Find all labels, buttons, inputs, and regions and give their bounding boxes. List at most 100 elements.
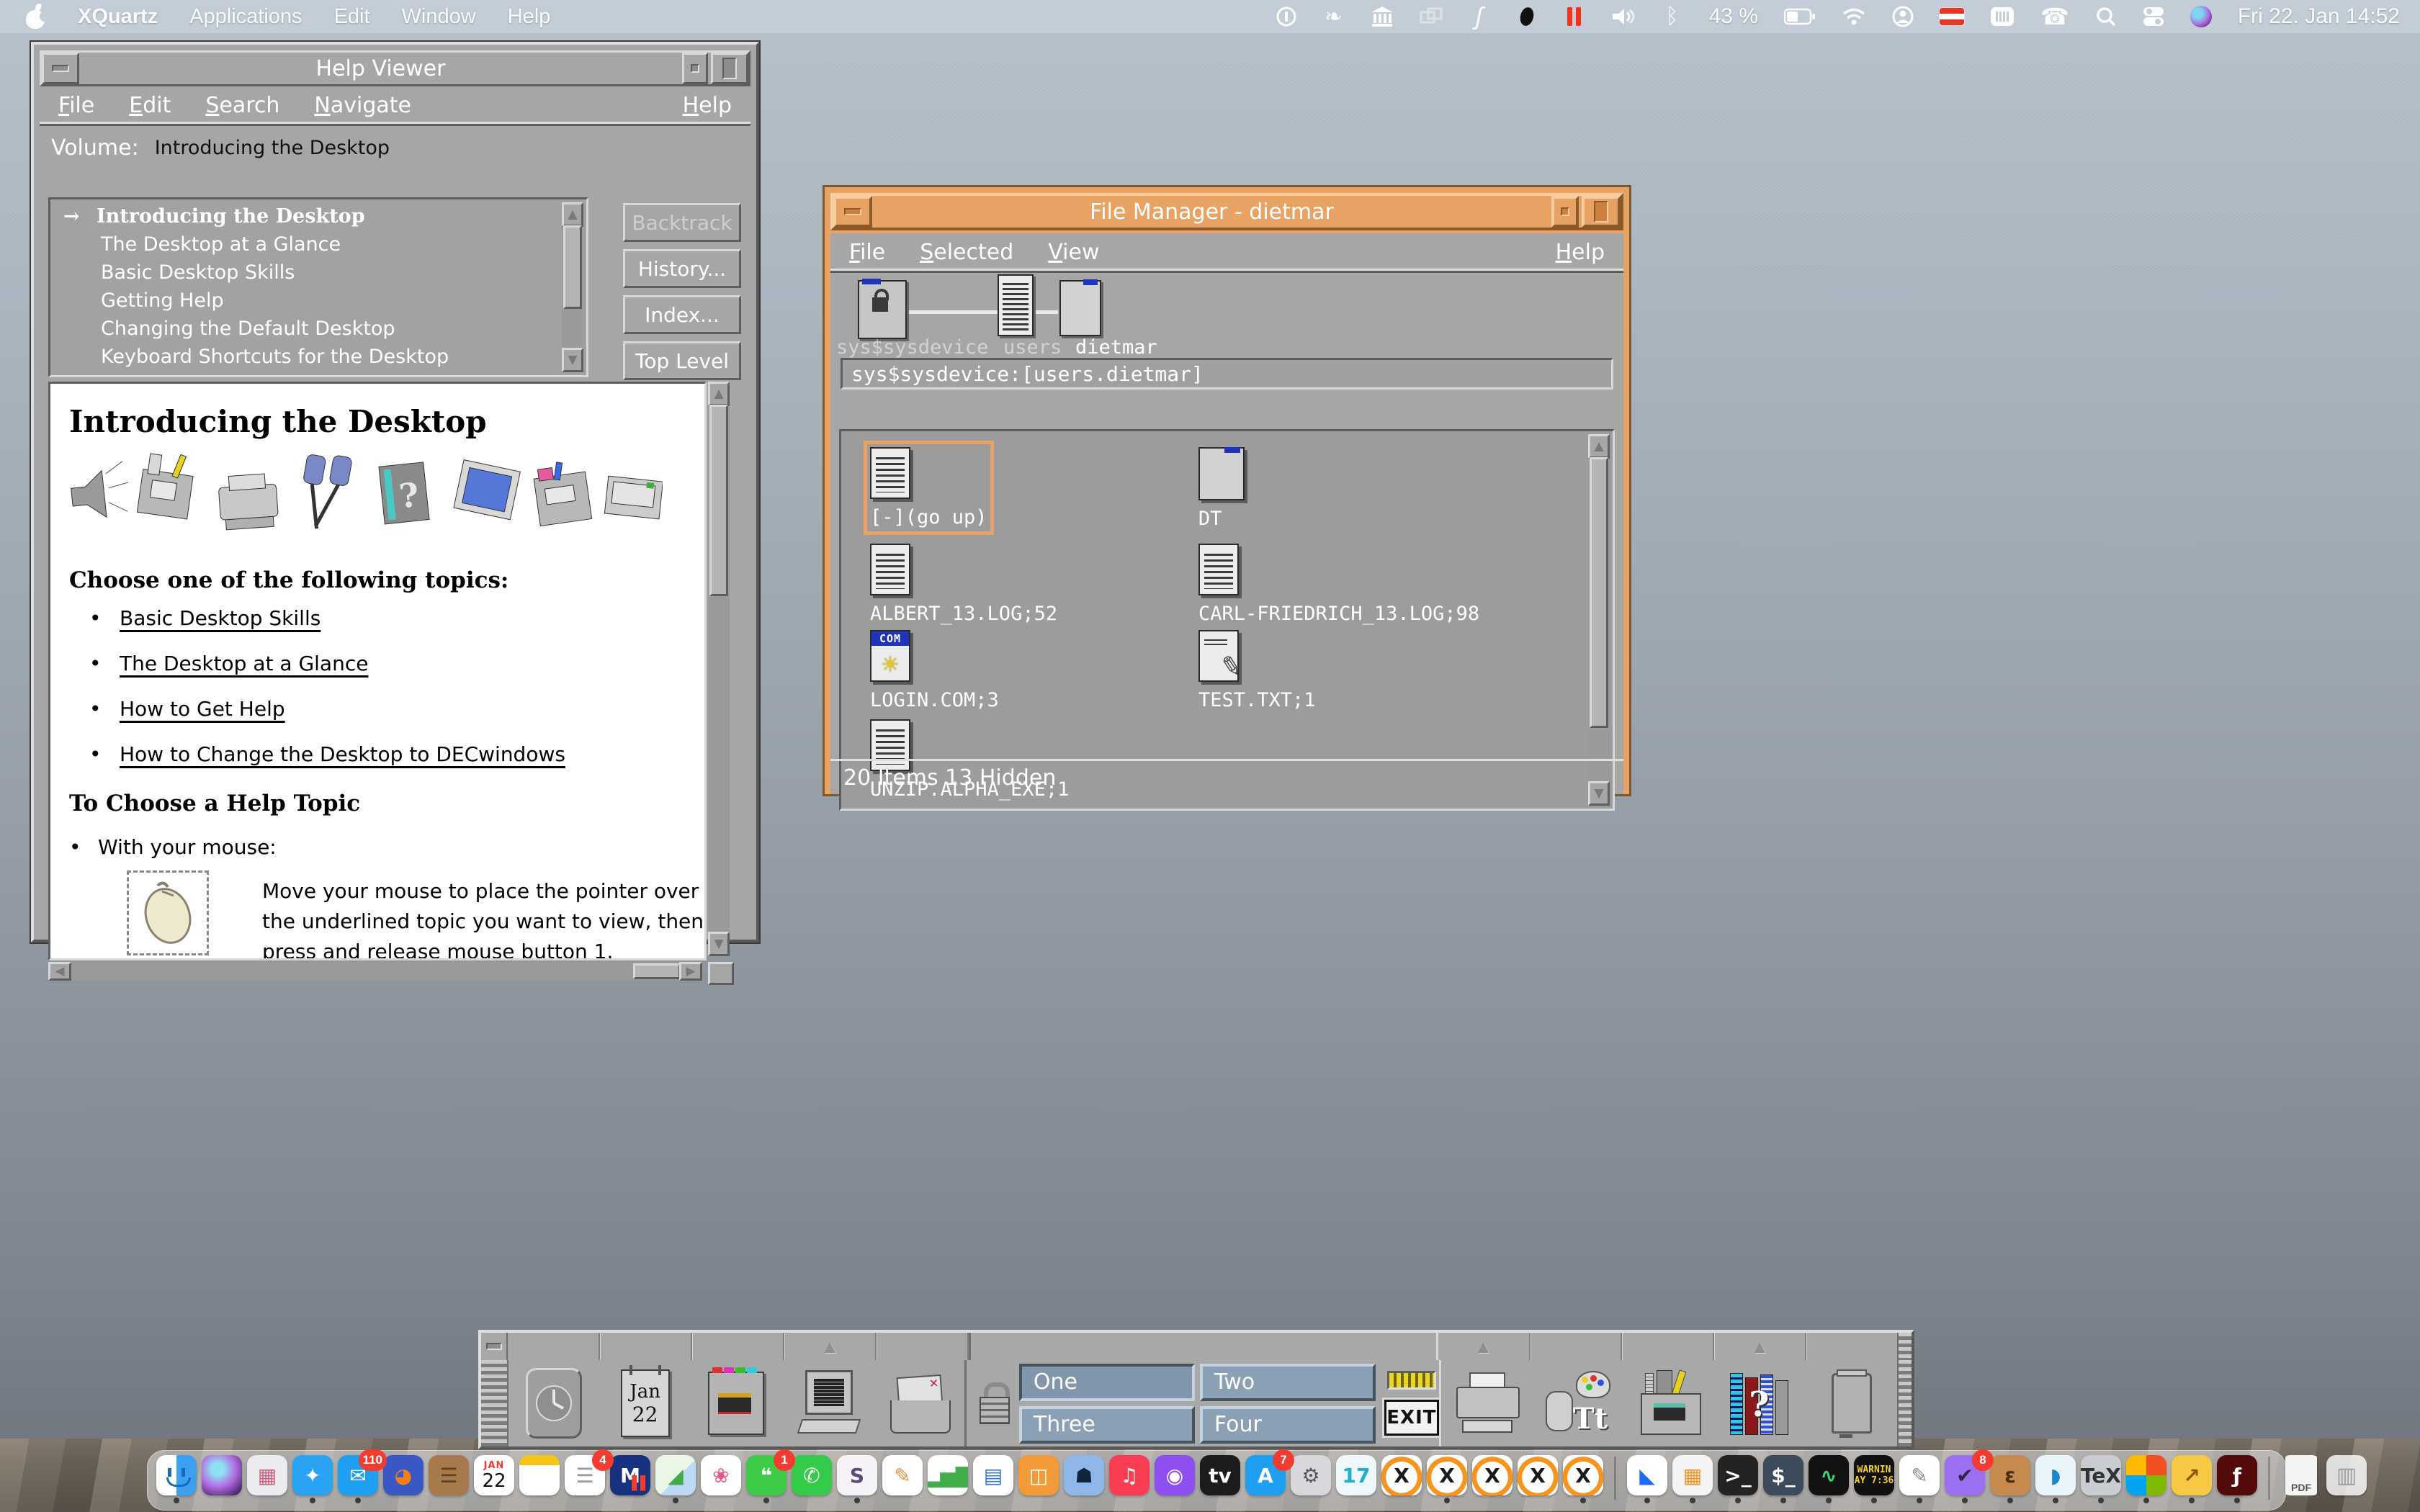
panel-application-manager[interactable] [1623,1360,1715,1446]
scrollbar-thumb[interactable] [709,405,728,596]
menu-view[interactable]: View [1048,240,1099,265]
dock-apple-tv[interactable]: tv [1198,1455,1242,1503]
menu-file[interactable]: File [58,93,94,118]
dock-mail[interactable]: 110✉ [336,1455,380,1503]
phone-icon[interactable]: ☎ [2040,2,2069,31]
exit-button[interactable]: EXIT [1384,1400,1439,1436]
bluetooth-icon[interactable]: ᛒ [1662,2,1683,31]
subpanel-calendar[interactable] [600,1333,692,1360]
maximize-button[interactable] [1582,196,1621,228]
topic-tree-item[interactable]: Changing the Default Desktop [53,315,559,343]
menu-bar-clock[interactable]: Fri 22. Jan 14:52 [2238,4,2400,29]
history-button[interactable]: History... [623,249,741,288]
dock-music[interactable]: ♫ [1108,1455,1151,1503]
device-folder-icon[interactable] [858,280,907,339]
pause-icon[interactable] [1564,2,1585,31]
panel-help[interactable]: ? [1715,1360,1806,1446]
topic-link[interactable]: Basic Desktop Skills [120,606,321,630]
scroll-up-icon[interactable]: ▲ [562,202,583,227]
menu-help[interactable]: Help [508,5,551,29]
top-level-button[interactable]: Top Level [623,341,741,380]
dock-eagle-17[interactable]: 17 [1335,1455,1378,1503]
subpanel-style[interactable] [1531,1333,1623,1360]
keyboard-icon[interactable] [1990,2,2015,31]
menu-navigate[interactable]: Navigate [314,93,411,118]
control-center-icon[interactable] [2143,2,2164,31]
subpanel-terminal-arrow[interactable]: ▲ [784,1333,877,1360]
panel-minimize-button[interactable] [481,1333,508,1360]
lock-icon[interactable] [978,1382,1009,1424]
workspace-three-button[interactable]: Three [1019,1406,1195,1444]
menu-help[interactable]: Help [683,93,732,118]
topic-tree-item[interactable]: The Desktop at a Glance [53,230,559,258]
siri-icon[interactable] [2190,2,2212,31]
dock-calculator[interactable]: ▦ [1671,1455,1714,1503]
topic-link[interactable]: How to Get Help [120,697,285,721]
dock-omnifocus[interactable]: 8✔ [1943,1455,1986,1503]
menu-search[interactable]: Search [205,93,279,118]
subpanel-files[interactable] [692,1333,784,1360]
file-item-carl-friedrich-13-log-98[interactable]: CARL-FRIEDRICH_13.LOG;98 [1198,544,1479,625]
dock-notes[interactable] [518,1455,561,1503]
maximize-button[interactable] [711,53,748,84]
bank-icon[interactable] [1371,2,1394,31]
ribbon-icon[interactable]: ʃ [1469,2,1490,31]
dock-emacs[interactable]: ε [1989,1455,2032,1503]
panel-mailbox[interactable] [873,1360,964,1446]
file-grid[interactable]: [-](go up)DTALBERT_13.LOG;52CARL-FRIEDRI… [839,429,1615,811]
dock-wireshark[interactable]: ◣ [1626,1455,1669,1503]
dock-system-preferences[interactable]: ⚙ [1289,1455,1332,1503]
scrollbar-thumb[interactable] [1590,457,1608,728]
dock-firefox[interactable]: ◕ [382,1455,425,1503]
subpanel-clock[interactable] [508,1333,600,1360]
menu-edit[interactable]: Edit [334,5,370,29]
minimize-button[interactable] [833,196,872,228]
file-grid-scrollbar[interactable]: ▲ ▼ [1588,434,1610,806]
dock-console[interactable]: $_ [1762,1455,1805,1503]
dock-facetime[interactable]: ✆ [790,1455,833,1503]
topic-tree-item[interactable]: →Introducing the Desktop [53,202,559,230]
menu-xquartz[interactable]: XQuartz [78,5,158,29]
panel-handle-right[interactable] [1897,1333,1912,1360]
volume-icon[interactable] [1611,2,1636,31]
dock-safari[interactable]: ✦ [291,1455,334,1503]
panel-trash[interactable] [1806,1360,1898,1446]
dock-scrivener[interactable]: S [835,1455,879,1503]
current-folder-icon[interactable] [1059,280,1101,336]
topic-tree[interactable]: →Introducing the DesktopThe Desktop at a… [48,197,588,377]
scroll-right-icon[interactable]: ▶ [679,962,702,981]
dock-calendar[interactable]: JAN22 [472,1455,516,1503]
workspace-one-button[interactable]: One [1019,1364,1195,1401]
dock-textedit[interactable]: ✎ [1898,1455,1941,1503]
content-hscrollbar[interactable]: ◀ ▶ [48,962,702,981]
dock-kindle[interactable]: ☗ [1062,1455,1106,1503]
subpanel-apps[interactable] [1622,1333,1714,1360]
users-directory-icon[interactable] [998,274,1034,336]
circle-slash-icon[interactable] [1276,2,1297,31]
dock-terminal[interactable]: >_ [1716,1455,1760,1503]
dock-pdf-document[interactable]: PDF [2280,1455,2323,1503]
topic-tree-item[interactable]: Getting Help [53,287,559,315]
scrollbar-thumb[interactable] [563,225,582,309]
scroll-down-icon[interactable]: ▼ [562,348,583,372]
dock-launchpad[interactable]: ▦ [246,1455,289,1503]
resize-corner[interactable] [708,962,734,985]
bean-icon[interactable] [1516,2,1538,31]
workspace-two-button[interactable]: Two [1200,1364,1376,1401]
dock-shell[interactable]: ◗ [2034,1455,2077,1503]
dock-m-pause-app[interactable]: M [609,1455,652,1503]
dock-xquartz-1[interactable]: X [1380,1455,1423,1503]
content-vscrollbar[interactable]: ▲ ▼ [708,382,730,956]
subpanel-mail[interactable] [877,1333,969,1360]
file-item-test-txt-1[interactable]: ✎TEST.TXT;1 [1198,630,1316,711]
panel-style-manager[interactable]: Tt [1533,1360,1624,1446]
file-item-dt[interactable]: DT [1198,447,1245,530]
panel-clock[interactable] [508,1360,600,1446]
dock-crossover[interactable] [2125,1455,2168,1503]
dock-xquartz-3[interactable]: X [1471,1455,1514,1503]
scroll-left-icon[interactable]: ◀ [48,962,71,981]
dock-trash[interactable]: ▥ [2325,1455,2368,1503]
menu-window[interactable]: Window [402,5,476,29]
topic-link[interactable]: The Desktop at a Glance [120,652,368,675]
subpanel-printer-arrow[interactable]: ▲ [1438,1333,1531,1360]
